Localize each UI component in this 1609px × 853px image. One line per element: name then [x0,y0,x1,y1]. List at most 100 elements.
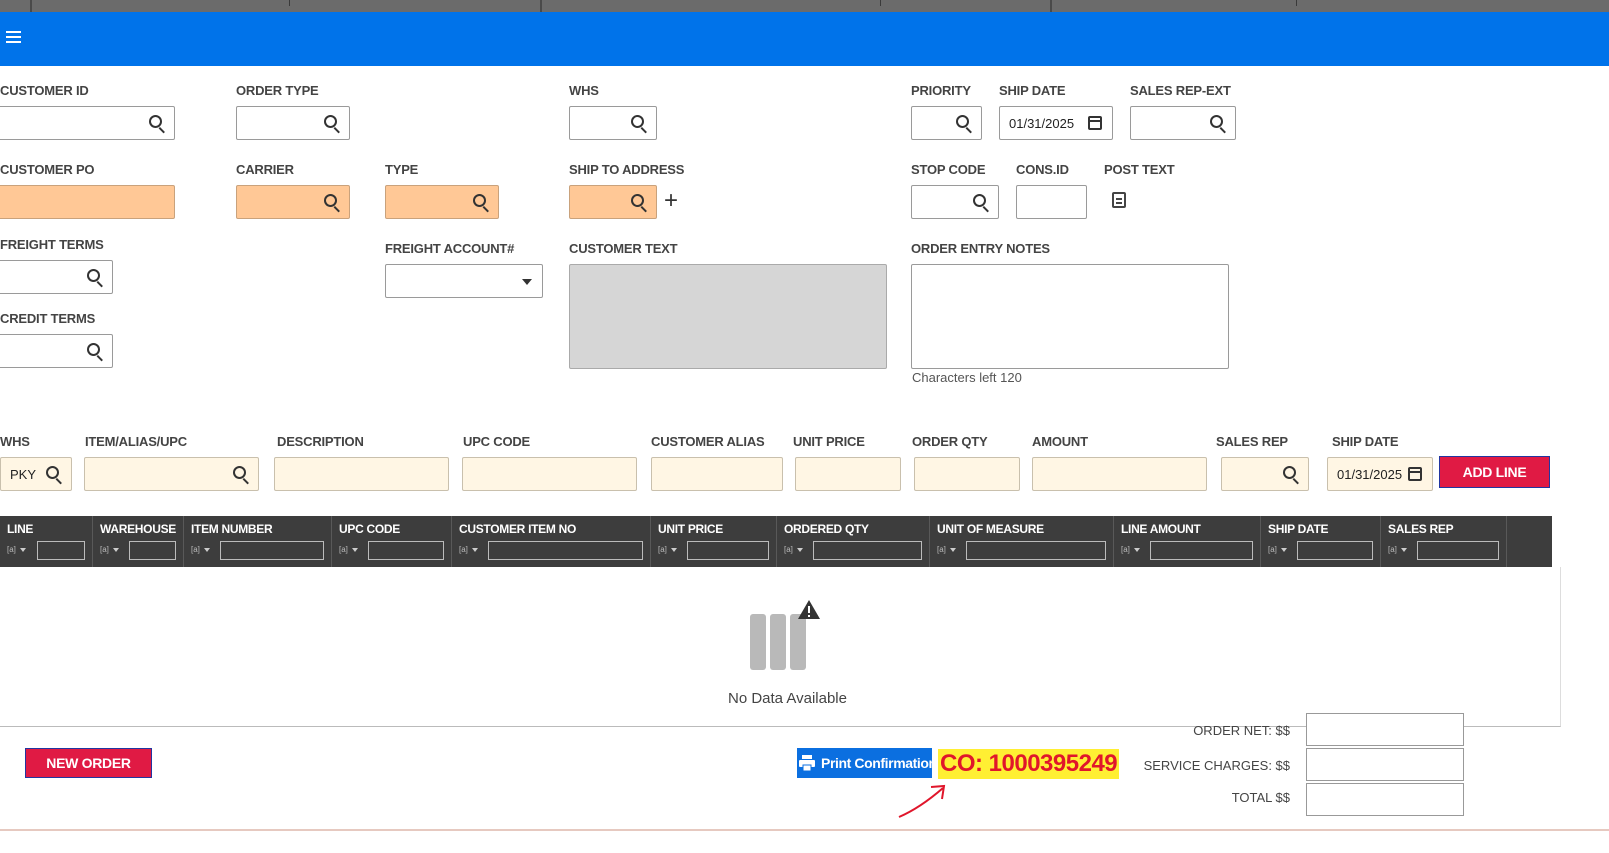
filter-icon[interactable]: [a] [937,545,946,554]
calendar-icon[interactable] [1408,467,1422,481]
column-filter-input[interactable] [1297,541,1373,560]
stop-code-input[interactable] [911,185,999,219]
search-icon[interactable] [973,194,991,213]
line-whs-input[interactable]: PKY [0,457,72,491]
customer-po-input[interactable] [0,185,175,219]
grid-column-sales-rep[interactable]: SALES REP [a] [1381,516,1507,567]
unit-price-input[interactable] [795,457,901,491]
sales-rep-ext-input[interactable] [1130,106,1236,140]
grid-column-warehouse[interactable]: WAREHOUSE [a] [93,516,184,567]
add-address-icon[interactable]: + [664,189,678,213]
filter-icon[interactable]: [a] [459,545,468,554]
grid-column-line-amount[interactable]: LINE AMOUNT [a] [1114,516,1261,567]
search-icon[interactable] [1210,115,1228,134]
column-filter-input[interactable] [37,541,85,560]
column-filter-input[interactable] [966,541,1106,560]
calendar-icon[interactable] [1088,116,1102,130]
line-ship-date-input[interactable]: 01/31/2025 [1327,457,1433,491]
filter-icon[interactable]: [a] [191,545,200,554]
search-icon[interactable] [1283,466,1301,485]
chevron-down-icon[interactable] [352,548,358,552]
credit-terms-input[interactable] [0,334,113,368]
chevron-down-icon[interactable] [113,548,119,552]
grid-column-unit-price[interactable]: UNIT PRICE [a] [651,516,777,567]
grid-column-customer-item-no[interactable]: CUSTOMER ITEM NO [a] [452,516,651,567]
filter-icon[interactable]: [a] [100,545,109,554]
search-icon[interactable] [149,115,167,134]
column-filter-input[interactable] [1150,541,1253,560]
filter-icon[interactable]: [a] [1268,545,1277,554]
search-icon[interactable] [324,115,342,134]
chevron-down-icon[interactable] [1281,548,1287,552]
column-filter-input[interactable] [129,541,176,560]
item-alias-upc-input[interactable] [84,457,259,491]
grid-column-item-number[interactable]: ITEM NUMBER [a] [184,516,332,567]
column-filter-input[interactable] [813,541,922,560]
amount-input[interactable] [1032,457,1207,491]
grid-column-upc-code[interactable]: UPC CODE [a] [332,516,452,567]
customer-alias-input[interactable] [651,457,783,491]
freight-terms-input[interactable] [0,260,113,294]
grid-column-line[interactable]: LINE [a] [0,516,93,567]
column-title: SHIP DATE [1268,522,1329,536]
grid-column-ordered-qty[interactable]: ORDERED QTY [a] [777,516,930,567]
column-title: CUSTOMER ITEM NO [459,522,576,536]
column-title: LINE AMOUNT [1121,522,1201,536]
filter-icon[interactable]: [a] [339,545,348,554]
post-text-label: POST TEXT [1104,162,1175,177]
search-icon[interactable] [87,343,105,362]
search-icon[interactable] [46,466,64,485]
sales-rep-input[interactable] [1221,457,1309,491]
column-filter-input[interactable] [488,541,643,560]
upc-code-input[interactable] [462,457,637,491]
order-qty-input[interactable] [914,457,1020,491]
chevron-down-icon[interactable] [797,548,803,552]
type-input[interactable] [385,185,499,219]
order-entry-notes-textarea[interactable] [911,264,1229,369]
print-confirmation-button[interactable]: Print Confirmation [797,748,937,778]
chevron-down-icon[interactable] [950,548,956,552]
chevron-down-icon[interactable] [204,548,210,552]
column-filter-input[interactable] [1417,541,1499,560]
chevron-down-icon[interactable] [20,548,26,552]
ship-date-input[interactable]: 01/31/2025 [999,106,1113,140]
printer-icon [799,755,815,771]
search-icon[interactable] [956,115,974,134]
column-filter-input[interactable] [368,541,444,560]
filter-icon[interactable]: [a] [658,545,667,554]
hamburger-menu-icon[interactable] [6,31,22,43]
new-order-button[interactable]: NEW ORDER [25,748,152,778]
chevron-down-icon[interactable] [472,548,478,552]
filter-icon[interactable]: [a] [784,545,793,554]
customer-id-input[interactable] [0,106,175,140]
chevron-down-icon[interactable] [671,548,677,552]
search-icon[interactable] [87,269,105,288]
search-icon[interactable] [324,194,342,213]
search-icon[interactable] [233,466,251,485]
freight-account-select[interactable] [385,264,543,298]
clipboard-icon[interactable] [1112,192,1126,208]
chevron-down-icon[interactable] [522,279,532,285]
cons-id-input[interactable] [1016,185,1087,219]
grid-column-unit-of-measure[interactable]: UNIT OF MEASURE [a] [930,516,1114,567]
whs-input[interactable] [569,106,657,140]
description-input[interactable] [274,457,449,491]
carrier-input[interactable] [236,185,350,219]
priority-input[interactable] [911,106,982,140]
filter-icon[interactable]: [a] [1121,545,1130,554]
search-icon[interactable] [631,115,649,134]
search-icon[interactable] [473,194,491,213]
grid-column-ship-date[interactable]: SHIP DATE [a] [1261,516,1381,567]
chevron-down-icon[interactable] [1401,548,1407,552]
order-type-input[interactable] [236,106,350,140]
app-header [0,12,1609,66]
chevron-down-icon[interactable] [1134,548,1140,552]
ship-to-address-input[interactable] [569,185,657,219]
add-line-button[interactable]: ADD LINE [1439,456,1550,488]
filter-icon[interactable]: [a] [7,545,16,554]
line-ship-date-label: SHIP DATE [1332,434,1399,449]
search-icon[interactable] [631,194,649,213]
filter-icon[interactable]: [a] [1388,545,1397,554]
column-filter-input[interactable] [687,541,769,560]
column-filter-input[interactable] [220,541,324,560]
